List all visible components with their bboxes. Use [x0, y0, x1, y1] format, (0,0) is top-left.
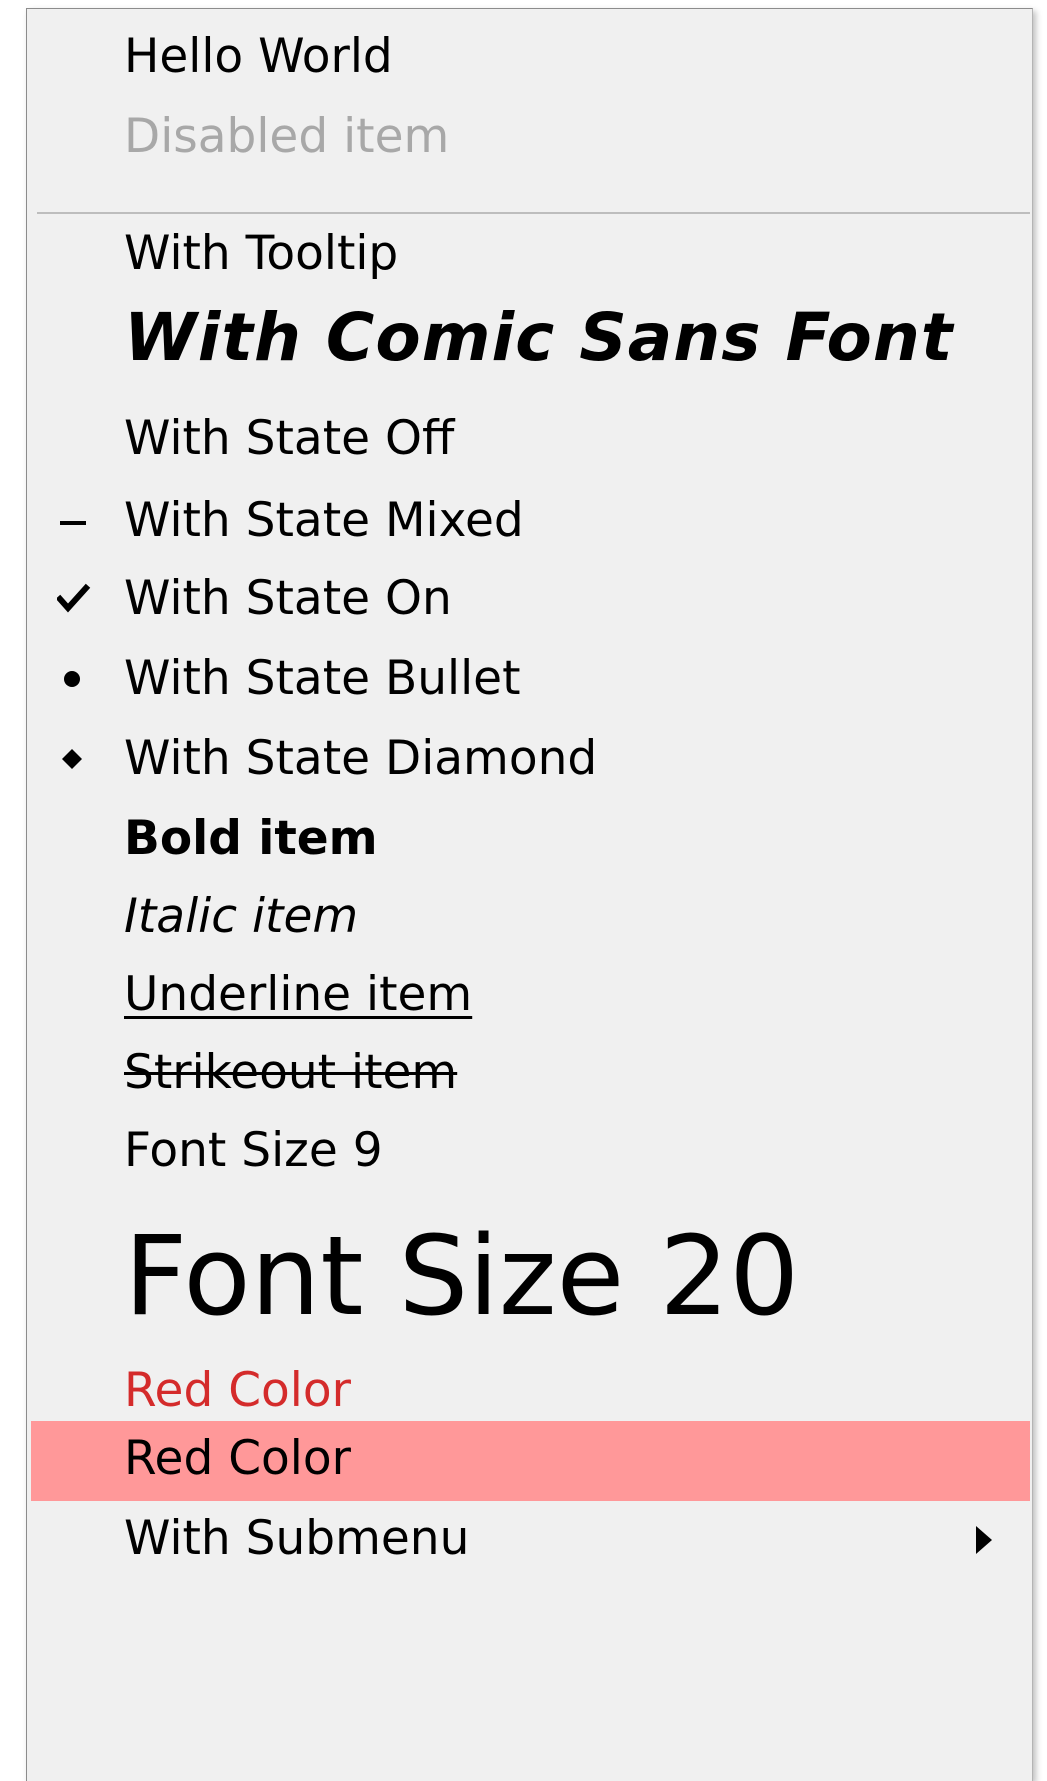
dash-icon — [60, 521, 86, 525]
menu-item-state-on[interactable]: With State On — [27, 565, 1032, 635]
menu-item-state-diamond[interactable]: With State Diamond — [27, 725, 1032, 795]
menu-item-label: Disabled item — [124, 109, 450, 164]
checkmark-icon — [57, 583, 91, 613]
menu-item-label: With State Diamond — [124, 731, 598, 786]
menu-item-state-mixed[interactable]: With State Mixed — [27, 487, 1032, 557]
menu-item-red-color[interactable]: Red Color — [27, 1357, 1032, 1427]
menu-item-label: Red Color — [124, 1431, 351, 1486]
menu-item-state-off[interactable]: With State Off — [27, 407, 1032, 473]
menu-item-underline[interactable]: Underline item — [27, 963, 1032, 1033]
menu-item-label: With Comic Sans Font — [124, 299, 954, 376]
bullet-icon — [64, 671, 80, 687]
menu-item-label: With State Mixed — [124, 493, 524, 548]
menu-separator — [37, 212, 1030, 214]
menu-item-font-size-20[interactable]: Font Size 20 — [27, 1199, 1032, 1349]
menu-item-label: Underline item — [124, 967, 473, 1022]
menu-item-state-bullet[interactable]: With State Bullet — [27, 645, 1032, 715]
menu-item-italic[interactable]: Italic item — [27, 885, 1032, 955]
menu-item-strikeout[interactable]: Strikeout item — [27, 1041, 1032, 1111]
menu-item-with-submenu[interactable]: With Submenu — [27, 1505, 1032, 1575]
menu-item-label: Font Size 9 — [124, 1123, 383, 1178]
menu-item-hello-world[interactable]: Hello World — [27, 27, 1032, 87]
menu-item-red-background[interactable]: Red Color — [31, 1421, 1030, 1501]
menu-item-label: With State On — [124, 571, 452, 626]
menu-item-label: Hello World — [124, 29, 393, 84]
menu-item-label: Red Color — [124, 1363, 351, 1418]
menu-item-label: With Tooltip — [124, 226, 399, 281]
submenu-arrow-icon — [976, 1526, 992, 1554]
menu-item-label: With Submenu — [124, 1511, 470, 1566]
menu-item-label: Bold item — [124, 811, 378, 866]
menu-item-label: Font Size 20 — [124, 1212, 800, 1340]
menu-item-label: Italic item — [124, 889, 359, 944]
menu-item-font-size-9[interactable]: Font Size 9 — [27, 1119, 1032, 1189]
menu-item-comic-sans[interactable]: With Comic Sans Font — [27, 299, 1032, 391]
menu-item-label: With State Off — [124, 411, 455, 466]
menu-item-with-tooltip[interactable]: With Tooltip — [27, 224, 1032, 284]
diamond-icon — [62, 749, 82, 769]
menu-item-disabled: Disabled item — [27, 107, 1032, 167]
menu-item-label: Strikeout item — [124, 1045, 458, 1100]
menu-item-bold[interactable]: Bold item — [27, 805, 1032, 875]
context-menu: Hello World Disabled item With Tooltip W… — [26, 8, 1033, 1781]
menu-item-label: With State Bullet — [124, 651, 521, 706]
